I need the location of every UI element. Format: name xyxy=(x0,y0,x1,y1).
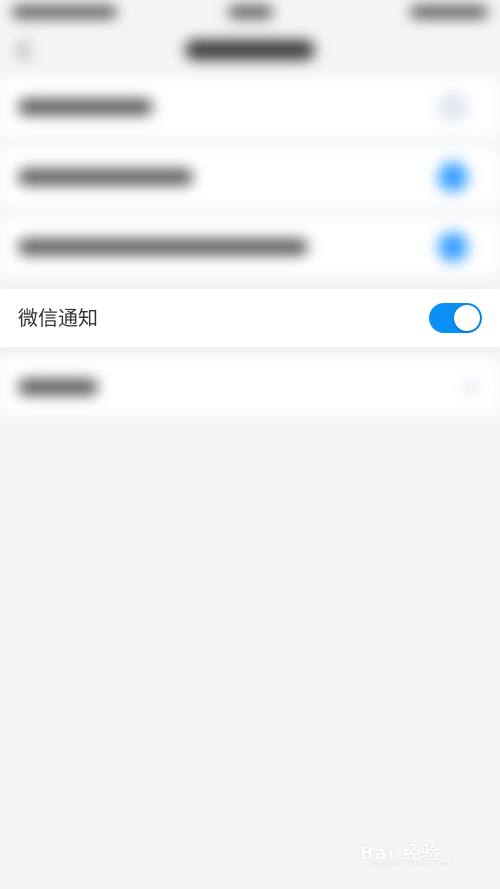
settings-row-3-toggle xyxy=(438,232,468,262)
baidu-watermark: Bai 经验 jingyan.baidu.com xyxy=(360,833,480,873)
settings-screen: 微信通知 Bai 经验 jingyan.baidu.com xyxy=(0,0,500,889)
blurred-background xyxy=(0,0,500,889)
page-title xyxy=(185,40,315,60)
navigation-bar xyxy=(0,28,500,78)
status-time xyxy=(228,6,273,18)
wechat-notification-label: 微信通知 xyxy=(18,306,98,330)
status-battery xyxy=(410,6,488,18)
chevron-right-icon xyxy=(464,380,478,394)
settings-row-3-label xyxy=(18,239,308,255)
status-bar xyxy=(0,0,500,28)
settings-row-2-label xyxy=(18,169,193,185)
settings-row-3 xyxy=(0,218,500,276)
settings-row-2 xyxy=(0,148,500,206)
settings-row-2-toggle xyxy=(438,162,468,192)
chevron-right-icon xyxy=(438,92,468,122)
wechat-notification-toggle[interactable] xyxy=(429,303,482,333)
settings-row-5 xyxy=(0,358,500,416)
watermark-url: jingyan.baidu.com xyxy=(370,859,454,869)
settings-row-1 xyxy=(0,78,500,136)
back-icon xyxy=(14,40,34,60)
toggle-knob xyxy=(454,305,480,331)
settings-row-5-label xyxy=(18,379,98,395)
wechat-notification-row: 微信通知 xyxy=(0,289,500,347)
status-carrier xyxy=(12,6,117,18)
settings-row-1-label xyxy=(18,99,153,115)
